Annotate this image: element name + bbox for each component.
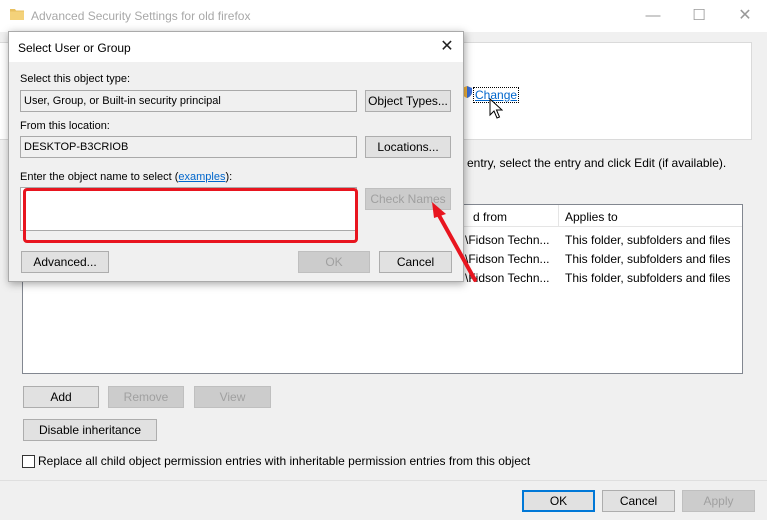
window-title: Advanced Security Settings for old firef… — [31, 9, 251, 23]
object-type-label: Select this object type: — [20, 73, 131, 85]
replace-child-permissions-label[interactable]: Replace all child object permission entr… — [38, 454, 530, 468]
remove-button[interactable]: Remove — [108, 386, 184, 408]
cancel-button[interactable]: Cancel — [602, 490, 675, 512]
object-name-label-prefix: Enter the object name to select ( — [20, 171, 179, 183]
applies-to-cell: This folder, subfolders and files — [565, 233, 731, 247]
folder-icon — [10, 9, 24, 20]
inherited-from-cell: \Fidson Techn... — [465, 252, 550, 266]
object-types-button[interactable]: Object Types... — [365, 90, 451, 112]
dialog-title-bar: Select User or Group ✕ — [9, 32, 463, 62]
locations-button[interactable]: Locations... — [365, 136, 451, 158]
replace-child-permissions-checkbox[interactable] — [22, 455, 35, 468]
examples-link[interactable]: examples — [178, 171, 225, 183]
add-button[interactable]: Add — [23, 386, 99, 408]
ok-button[interactable]: OK — [522, 490, 595, 512]
minimize-button[interactable]: — — [630, 0, 676, 32]
column-divider[interactable] — [558, 205, 559, 227]
column-header-applies-to[interactable]: Applies to — [565, 210, 618, 224]
close-button[interactable]: ✕ — [722, 0, 767, 32]
dialog-cancel-button[interactable]: Cancel — [379, 251, 452, 273]
maximize-button[interactable]: ☐ — [676, 0, 722, 32]
view-button[interactable]: View — [194, 386, 271, 408]
inherited-from-cell: \Fidson Techn... — [465, 271, 550, 285]
instructions-text: entry, select the entry and click Edit (… — [467, 156, 727, 170]
applies-to-cell: This folder, subfolders and files — [565, 271, 731, 285]
apply-button[interactable]: Apply — [682, 490, 755, 512]
column-header-inherited-from[interactable]: d from — [473, 210, 507, 224]
object-name-label: Enter the object name to select (example… — [20, 171, 232, 183]
dialog-close-button[interactable]: ✕ — [433, 34, 461, 60]
mouse-cursor-icon — [489, 98, 503, 119]
advanced-button[interactable]: Advanced... — [21, 251, 109, 273]
dialog-title: Select User or Group — [18, 41, 131, 55]
applies-to-cell: This folder, subfolders and files — [565, 252, 731, 266]
inherited-from-cell: \Fidson Techn... — [465, 233, 550, 247]
select-user-or-group-dialog: Select User or Group ✕ Select this objec… — [8, 31, 464, 282]
object-type-field: User, Group, or Built-in security princi… — [20, 90, 357, 112]
dialog-ok-button[interactable]: OK — [298, 251, 370, 273]
object-name-input[interactable] — [20, 187, 357, 231]
disable-inheritance-button[interactable]: Disable inheritance — [23, 419, 157, 441]
object-name-label-suffix: ): — [225, 171, 233, 183]
location-label: From this location: — [20, 120, 110, 132]
title-bar: Advanced Security Settings for old firef… — [0, 0, 767, 32]
check-names-button[interactable]: Check Names — [365, 188, 451, 210]
location-field: DESKTOP-B3CRIOB — [20, 136, 357, 158]
